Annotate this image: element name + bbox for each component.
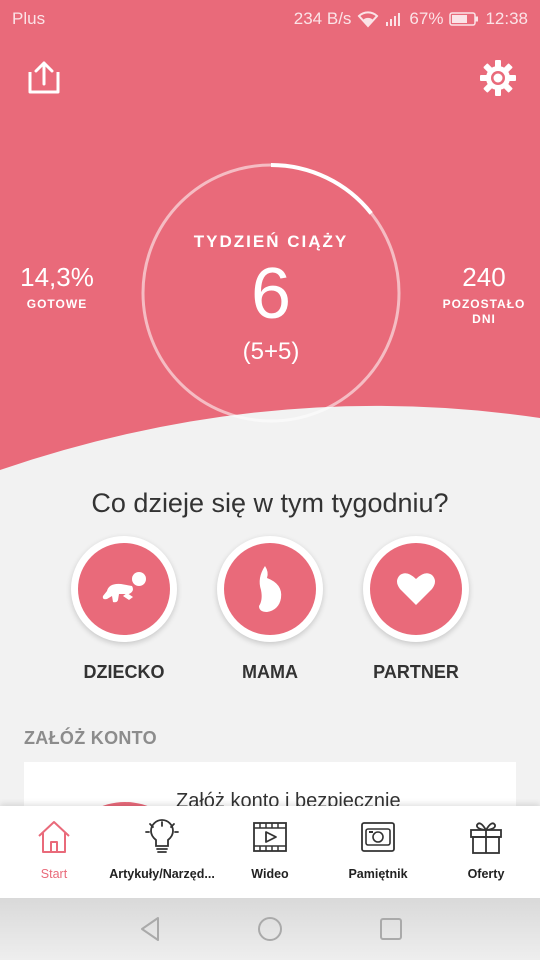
heart-icon bbox=[397, 573, 435, 605]
category-mother-button[interactable]: MAMA bbox=[215, 536, 325, 683]
video-icon bbox=[253, 822, 287, 852]
camera-icon bbox=[361, 822, 395, 852]
tab-diary[interactable]: Pamiętnik bbox=[324, 806, 432, 898]
home-icon bbox=[38, 821, 70, 853]
week-detail: (5+5) bbox=[242, 338, 300, 365]
baby-icon bbox=[102, 572, 146, 603]
category-label: MAMA bbox=[242, 662, 298, 682]
bottom-tab-bar: Start Artykuły/Narzęd... Wideo Pamiętnik bbox=[0, 806, 540, 898]
tab-label: Pamiętnik bbox=[348, 867, 408, 881]
tab-label: Oferty bbox=[467, 867, 505, 881]
wifi-icon bbox=[357, 10, 379, 28]
days-left-label-2: DNI bbox=[472, 312, 496, 326]
system-navigation-bar bbox=[0, 898, 540, 960]
signal-icon bbox=[385, 11, 403, 27]
tab-label: Artykuły/Narzęd... bbox=[109, 867, 215, 881]
clock: 12:38 bbox=[485, 9, 528, 28]
carrier-name: Plus bbox=[12, 9, 46, 28]
share-icon bbox=[28, 61, 60, 94]
recents-icon[interactable] bbox=[376, 914, 406, 944]
gear-icon bbox=[480, 60, 516, 96]
battery-percent: 67% bbox=[409, 9, 444, 28]
tab-start[interactable]: Start bbox=[0, 806, 108, 898]
share-button[interactable] bbox=[24, 58, 64, 98]
pregnant-belly-icon bbox=[259, 566, 282, 612]
progress-done: 14,3% GOTOWE bbox=[12, 262, 102, 312]
tab-articles[interactable]: Artykuły/Narzęd... bbox=[108, 806, 216, 898]
category-partner-button[interactable]: PARTNER bbox=[361, 536, 471, 683]
home-nav-icon[interactable] bbox=[255, 914, 285, 944]
gift-icon bbox=[470, 822, 502, 854]
percent-done-label: GOTOWE bbox=[26, 297, 88, 311]
tab-label: Wideo bbox=[251, 867, 289, 881]
tab-label: Start bbox=[40, 867, 68, 881]
tab-offers[interactable]: Oferty bbox=[432, 806, 540, 898]
week-display[interactable]: TYDZIEŃ CIĄŻY 6 (5+5) bbox=[140, 162, 402, 424]
days-remaining: 240 POZOSTAŁO DNI bbox=[436, 262, 532, 327]
lightbulb-icon bbox=[145, 819, 179, 853]
tab-video[interactable]: Wideo bbox=[216, 806, 324, 898]
category-baby-button[interactable]: DZIECKO bbox=[69, 536, 179, 683]
battery-icon bbox=[449, 11, 479, 27]
days-left-value: 240 bbox=[462, 262, 506, 292]
category-label: PARTNER bbox=[373, 662, 459, 682]
settings-button[interactable] bbox=[478, 58, 518, 98]
create-account-heading: ZAŁÓŻ KONTO bbox=[24, 728, 157, 748]
days-left-label-1: POZOSTAŁO bbox=[442, 297, 526, 311]
this-week-heading: Co dzieje się w tym tygodniu? bbox=[91, 488, 449, 518]
percent-done-value: 14,3% bbox=[20, 262, 94, 292]
status-bar: Plus 234 B/s 67% 12:38 bbox=[0, 0, 540, 38]
category-label: DZIECKO bbox=[83, 662, 165, 682]
week-number: 6 bbox=[250, 254, 292, 334]
network-speed: 234 B/s bbox=[293, 9, 352, 28]
back-icon[interactable] bbox=[136, 914, 166, 944]
week-label: TYDZIEŃ CIĄŻY bbox=[193, 232, 349, 251]
